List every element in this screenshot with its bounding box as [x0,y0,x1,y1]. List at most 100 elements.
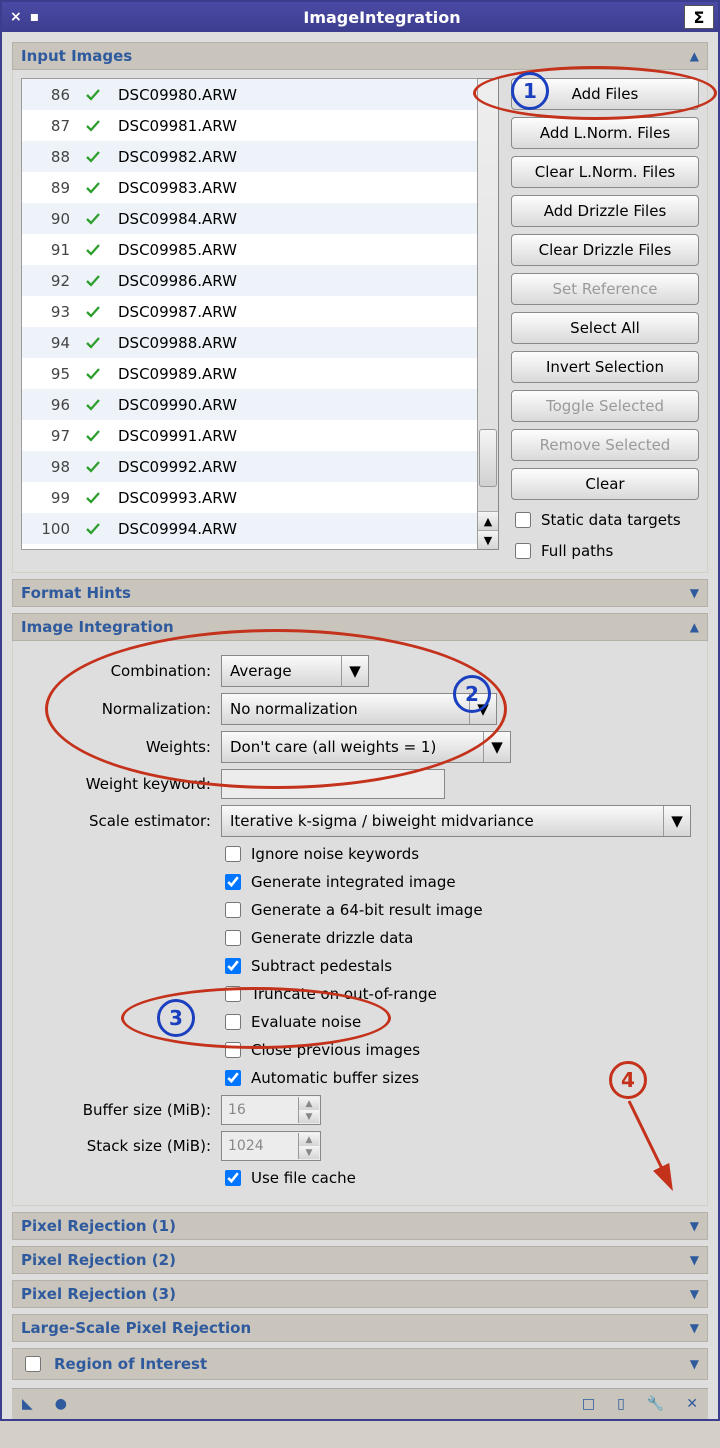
section-input-images[interactable]: Input Images ▲ [12,42,708,70]
stack-size-input[interactable]: 1024 ▲▼ [221,1131,321,1161]
section-roi[interactable]: Region of Interest ▼ [12,1348,708,1380]
roi-checkbox[interactable] [25,1356,41,1372]
file-row[interactable]: 89DSC09983.ARW [22,172,477,203]
buffer-size-label: Buffer size (MiB): [21,1101,221,1119]
gen-64bit-checkbox[interactable]: Generate a 64-bit result image [221,899,699,921]
circle-icon[interactable]: ● [55,1396,67,1412]
expand-icon[interactable]: ▼ [690,1253,699,1267]
chevron-down-icon: ▼ [483,732,510,762]
square-icon[interactable]: □ [582,1396,595,1412]
toggle-selected-button[interactable]: Toggle Selected [511,390,699,422]
auto-buffer-checkbox[interactable]: Automatic buffer sizes [221,1067,699,1089]
gen-drizzle-checkbox[interactable]: Generate drizzle data [221,927,699,949]
weight-keyword-input[interactable] [221,769,445,799]
file-name: DSC09990.ARW [108,396,237,414]
row-number: 87 [22,117,78,135]
file-name: DSC09993.ARW [108,489,237,507]
file-name: DSC09981.ARW [108,117,237,135]
section-large-scale[interactable]: Large-Scale Pixel Rejection ▼ [12,1314,708,1342]
close-previous-checkbox[interactable]: Close previous images [221,1039,699,1061]
weight-keyword-label: Weight keyword: [21,775,221,793]
collapse-icon[interactable]: ▲ [690,620,699,634]
normalization-combo[interactable]: No normalization▼ [221,693,497,725]
file-row[interactable]: 86DSC09980.ARW [22,79,477,110]
section-format-hints[interactable]: Format Hints ▼ [12,579,708,607]
full-paths-checkbox[interactable]: Full paths [511,540,699,562]
ignore-noise-checkbox[interactable]: Ignore noise keywords [221,843,699,865]
scroll-thumb[interactable] [479,429,497,487]
weights-label: Weights: [21,738,221,756]
add-lnorm-button[interactable]: Add L.Norm. Files [511,117,699,149]
subtract-pedestals-checkbox[interactable]: Subtract pedestals [221,955,699,977]
scroll-down-icon[interactable]: ▼ [478,530,498,549]
clear-lnorm-button[interactable]: Clear L.Norm. Files [511,156,699,188]
collapse-icon[interactable]: ▲ [690,49,699,63]
file-list[interactable]: 86DSC09980.ARW 87 DSC09981.ARW 88DSC09982.A… [21,78,478,550]
spin-down-icon[interactable]: ▼ [299,1110,319,1123]
expand-icon[interactable]: ▼ [690,1357,699,1371]
truncate-checkbox[interactable]: Truncate on out-of-range [221,983,699,1005]
file-row[interactable]: 96DSC09990.ARW [22,389,477,420]
file-row[interactable]: 88DSC09982.ARW [22,141,477,172]
file-name: DSC09986.ARW [108,272,237,290]
titlebar[interactable]: × ▪ ImageIntegration Σ [2,2,718,32]
add-files-button[interactable]: Add Files [511,78,699,110]
file-row[interactable]: 93DSC09987.ARW [22,296,477,327]
check-icon [78,241,108,259]
file-row[interactable]: 98DSC09992.ARW [22,451,477,482]
file-name: DSC09992.ARW [108,458,237,476]
annotation-3: 3 [157,999,195,1037]
spin-down-icon[interactable]: ▼ [299,1146,319,1159]
scale-estimator-combo[interactable]: Iterative k-sigma / biweight midvariance… [221,805,691,837]
file-row[interactable]: 100DSC09994.ARW [22,513,477,544]
section-pixel-rej1[interactable]: Pixel Rejection (1) ▼ [12,1212,708,1240]
file-row[interactable]: 87 DSC09981.ARW [22,110,477,141]
gen-integrated-checkbox[interactable]: Generate integrated image [221,871,699,893]
weights-combo[interactable]: Don't care (all weights = 1)▼ [221,731,511,763]
static-targets-checkbox[interactable]: Static data targets [511,509,699,531]
expand-icon[interactable]: ▼ [690,586,699,600]
expand-icon[interactable]: ▼ [690,1287,699,1301]
spin-up-icon[interactable]: ▲ [299,1097,319,1110]
clear-button[interactable]: Clear [511,468,699,500]
document-icon[interactable]: ▯ [617,1396,625,1412]
invert-selection-button[interactable]: Invert Selection [511,351,699,383]
file-row[interactable]: 91DSC09985.ARW [22,234,477,265]
scroll-up-icon[interactable]: ▲ [478,511,498,530]
clear-drizzle-button[interactable]: Clear Drizzle Files [511,234,699,266]
file-name: DSC09984.ARW [108,210,237,228]
sigma-icon[interactable]: Σ [684,5,714,29]
wrench-icon[interactable]: 🔧 [647,1396,664,1412]
file-row[interactable]: 90DSC09984.ARW [22,203,477,234]
set-reference-button[interactable]: Set Reference [511,273,699,305]
buffer-size-input[interactable]: 16 ▲▼ [221,1095,321,1125]
close-icon[interactable]: × [10,9,22,25]
section-image-integration[interactable]: Image Integration ▲ [12,613,708,641]
file-row[interactable]: 92DSC09986.ARW [22,265,477,296]
window-title: ImageIntegration [80,8,684,27]
check-icon [78,427,108,445]
cross-icon[interactable]: ✕ [686,1396,698,1412]
file-row[interactable]: 99 DSC09993.ARW [22,482,477,513]
use-cache-checkbox[interactable]: Use file cache [221,1167,699,1189]
remove-selected-button[interactable]: Remove Selected [511,429,699,461]
row-number: 99 [22,489,78,507]
file-row[interactable]: 94DSC09988.ARW [22,327,477,358]
file-name: DSC09980.ARW [108,86,237,104]
file-row[interactable]: 95DSC09989.ARW [22,358,477,389]
scrollbar[interactable]: ▲ ▼ [478,78,499,550]
triangle-icon[interactable]: ◣ [22,1396,33,1412]
section-pixel-rej3[interactable]: Pixel Rejection (3) ▼ [12,1280,708,1308]
add-drizzle-button[interactable]: Add Drizzle Files [511,195,699,227]
combination-combo[interactable]: Average▼ [221,655,369,687]
check-icon [78,179,108,197]
spin-up-icon[interactable]: ▲ [299,1133,319,1146]
file-row[interactable]: 97DSC09991.ARW [22,420,477,451]
section-pixel-rej2[interactable]: Pixel Rejection (2) ▼ [12,1246,708,1274]
check-icon [78,303,108,321]
select-all-button[interactable]: Select All [511,312,699,344]
expand-icon[interactable]: ▼ [690,1219,699,1233]
minimize-icon[interactable]: ▪ [30,9,40,25]
expand-icon[interactable]: ▼ [690,1321,699,1335]
evaluate-noise-checkbox[interactable]: Evaluate noise [221,1011,699,1033]
